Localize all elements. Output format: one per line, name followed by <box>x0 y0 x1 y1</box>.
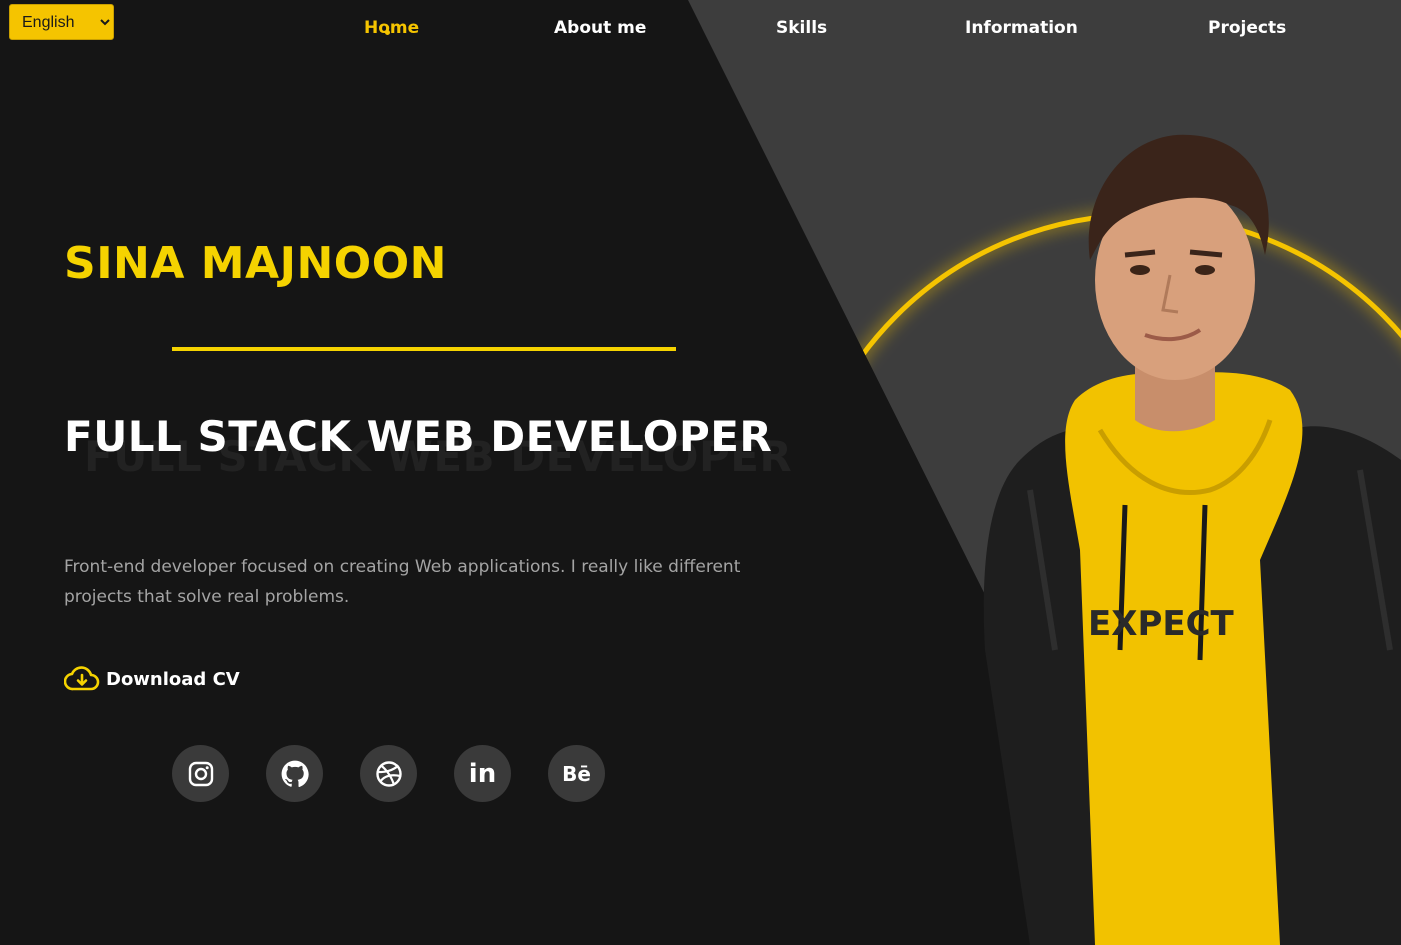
hero-role: FULL STACK WEB DEVELOPER FULL STACK WEB … <box>64 412 792 482</box>
instagram-icon <box>188 761 213 786</box>
linkedin-icon: in <box>468 758 497 789</box>
nav-skills[interactable]: Skills <box>776 18 827 38</box>
nav-home[interactable]: Home <box>364 18 419 38</box>
download-cv-button[interactable]: Download CV <box>64 666 240 692</box>
cloud-download-icon <box>64 666 100 691</box>
nav-about-me[interactable]: About me <box>554 18 646 38</box>
linkedin-link[interactable]: in <box>454 745 511 802</box>
dribbble-icon <box>375 760 402 787</box>
instagram-link[interactable] <box>172 745 229 802</box>
hero-name: SINA MAJNOON <box>64 238 447 289</box>
behance-link[interactable]: Bē <box>548 745 605 802</box>
dribbble-link[interactable] <box>360 745 417 802</box>
main-nav: Home About me Skills Information Project… <box>0 18 1401 48</box>
github-link[interactable] <box>266 745 323 802</box>
shirt-logo: EXPECT <box>1088 604 1235 644</box>
hero-role-text: FULL STACK WEB DEVELOPER <box>64 412 773 461</box>
nav-projects[interactable]: Projects <box>1208 18 1286 38</box>
hero-divider <box>172 347 676 351</box>
download-cv-label: Download CV <box>106 668 240 690</box>
nav-information[interactable]: Information <box>965 18 1078 38</box>
github-icon <box>281 760 309 787</box>
hero-bio: Front-end developer focused on creating … <box>64 557 741 607</box>
profile-photo: EXPECT <box>983 134 1401 945</box>
behance-icon: Bē <box>562 761 591 786</box>
social-links: in Bē <box>172 745 605 802</box>
